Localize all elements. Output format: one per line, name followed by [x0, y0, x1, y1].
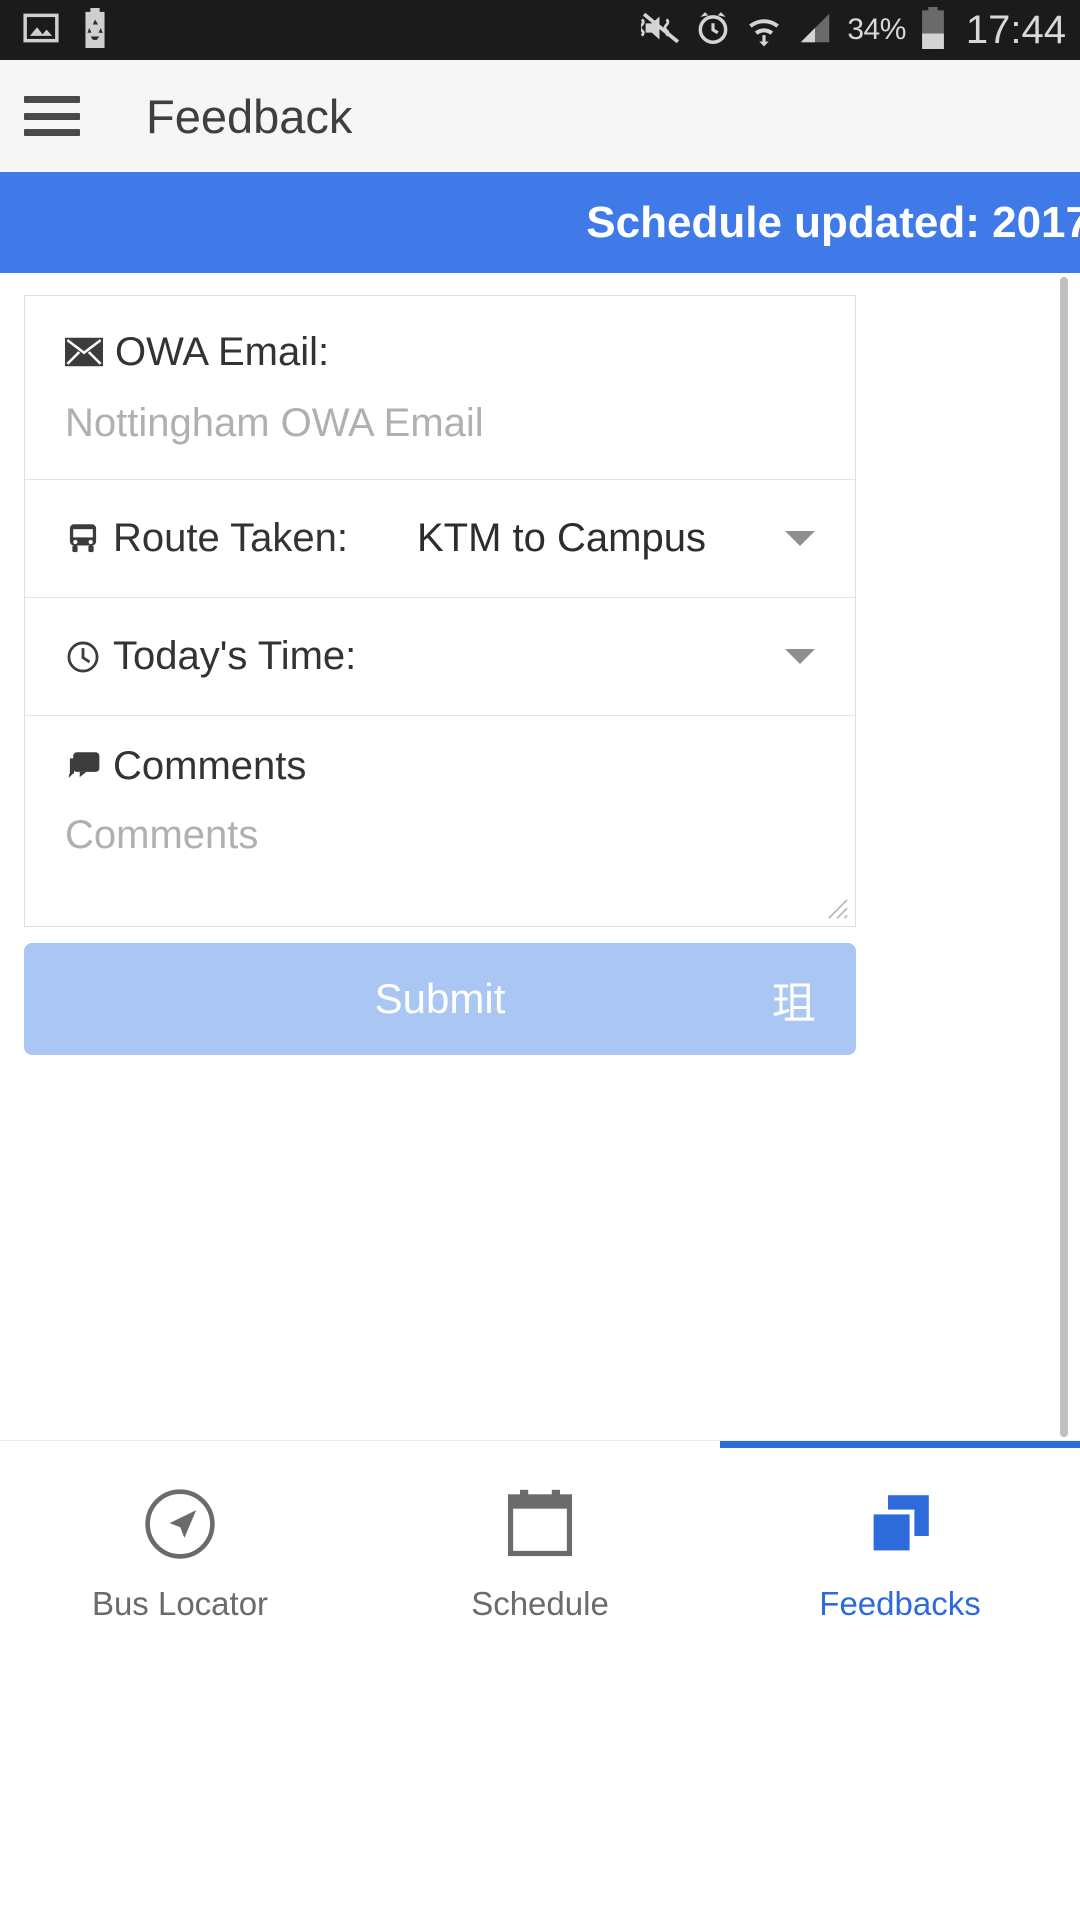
clock-icon [65, 639, 101, 675]
submit-button[interactable]: Submit 珇 [24, 943, 856, 1055]
owa-email-label-group: OWA Email: [65, 330, 815, 375]
comment-bubble-icon [65, 751, 101, 783]
banner-text: Schedule updated: 2017 [586, 197, 1080, 247]
vibrate-mute-icon [639, 9, 681, 52]
todays-time-label-group: Today's Time: [65, 634, 356, 679]
nav-item-feedbacks[interactable]: Feedbacks [720, 1441, 1080, 1920]
chevron-down-icon[interactable] [785, 649, 815, 664]
power-saving-battery-icon [80, 7, 110, 53]
vertical-scrollbar[interactable] [1060, 277, 1068, 1437]
nav-item-schedule-label: Schedule [471, 1585, 609, 1622]
submit-button-label: Submit [374, 975, 506, 1022]
feedback-form-card: OWA Email: Nottingham OWA Email Route Ta… [24, 295, 856, 927]
battery-percent-label: 34% [847, 13, 906, 46]
nav-item-bus-locator-label: Bus Locator [91, 1585, 269, 1622]
todays-time-label: Today's Time: [113, 634, 357, 678]
owa-email-label: OWA Email: [115, 329, 330, 374]
envelope-icon [65, 337, 103, 367]
status-bar: 34% 17:44 [0, 0, 1080, 60]
hamburger-menu-icon[interactable] [24, 96, 80, 136]
submit-button-glyph: 珇 [772, 979, 816, 1028]
owa-email-input[interactable]: Nottingham OWA Email [65, 401, 815, 446]
route-taken-row[interactable]: Route Taken: KTM to Campus [25, 480, 855, 598]
comments-label-group: Comments [65, 744, 815, 789]
navigation-arrow-icon [143, 1485, 217, 1563]
signal-icon [796, 9, 834, 52]
active-tab-indicator [720, 1441, 1080, 1448]
alarm-icon [694, 9, 732, 52]
route-taken-value[interactable]: KTM to Campus [348, 516, 785, 561]
feedback-form-scroll-area: OWA Email: Nottingham OWA Email Route Ta… [0, 273, 1080, 1440]
schedule-update-banner: Schedule updated: 2017 [0, 172, 1080, 273]
comments-row[interactable]: Comments Comments [25, 716, 855, 926]
textarea-resize-grip[interactable] [827, 898, 849, 920]
bottom-navigation-bar: Bus Locator Schedule Feedbacks [0, 1440, 1080, 1920]
nav-item-bus-locator[interactable]: Bus Locator [0, 1441, 360, 1920]
owa-email-row[interactable]: OWA Email: Nottingham OWA Email [25, 296, 855, 480]
image-icon [22, 9, 60, 52]
chevron-down-icon[interactable] [785, 531, 815, 546]
comments-textarea[interactable]: Comments [65, 813, 815, 858]
bus-icon [65, 521, 101, 557]
page-title: Feedback [146, 89, 353, 143]
status-bar-right-icons: 34% 17:44 [639, 6, 1080, 54]
comments-label: Comments [113, 744, 307, 788]
nav-item-feedbacks-label: Feedbacks [819, 1585, 981, 1622]
app-bar: Feedback [0, 60, 1080, 172]
feedback-layers-icon [864, 1485, 936, 1563]
wifi-data-icon [745, 9, 783, 52]
status-bar-left-icons [0, 7, 110, 53]
calendar-icon [507, 1485, 573, 1563]
route-taken-label-group: Route Taken: [65, 516, 348, 561]
battery-icon [919, 6, 947, 54]
route-taken-label: Route Taken: [113, 516, 348, 560]
status-bar-clock: 17:44 [965, 7, 1066, 52]
nav-item-schedule[interactable]: Schedule [360, 1441, 720, 1920]
todays-time-row[interactable]: Today's Time: [25, 598, 855, 716]
